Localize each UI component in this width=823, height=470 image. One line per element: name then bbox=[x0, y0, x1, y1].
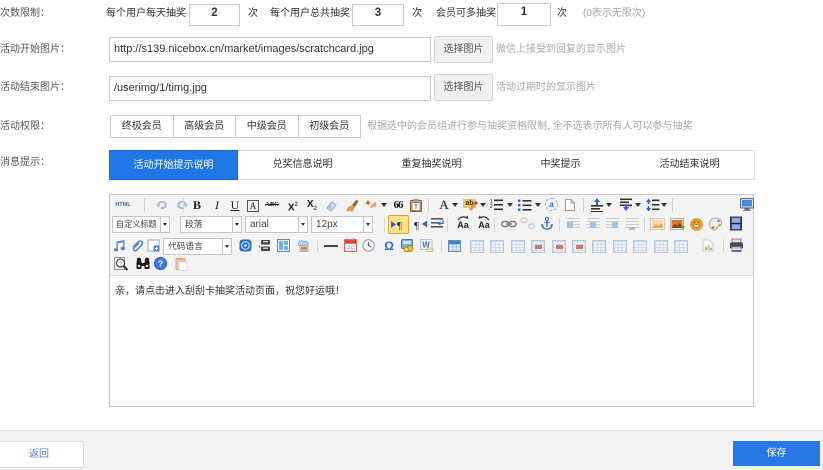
svg-text:?: ? bbox=[158, 259, 163, 269]
svg-text:¶: ¶ bbox=[397, 220, 402, 232]
svg-text:¶: ¶ bbox=[414, 220, 419, 231]
svg-text:2: 2 bbox=[490, 204, 493, 210]
svg-text:T: T bbox=[414, 205, 418, 211]
